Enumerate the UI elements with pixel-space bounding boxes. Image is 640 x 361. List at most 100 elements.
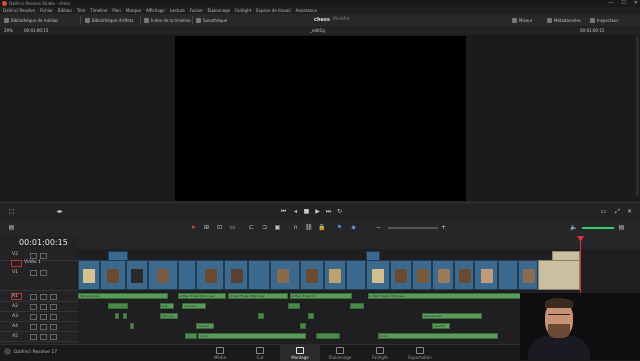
fullscreen-icon[interactable]: ✕ bbox=[626, 208, 633, 215]
track-header-a2[interactable]: A2 bbox=[0, 302, 78, 312]
track-header-a3[interactable]: A3 bbox=[0, 312, 78, 322]
menu-item-view[interactable]: Affichage bbox=[146, 8, 165, 13]
mute-track-icon[interactable] bbox=[50, 294, 57, 300]
close-icon[interactable]: ✕ bbox=[634, 0, 638, 6]
blade-icon[interactable]: ▭ bbox=[229, 224, 236, 231]
video-clip[interactable] bbox=[126, 260, 148, 290]
menu-item-clip[interactable]: Plan bbox=[112, 8, 121, 13]
track-header-v1[interactable]: Vidéo 1 V1 bbox=[0, 260, 78, 291]
audio-clip[interactable]: Terrazzo-wav bbox=[78, 293, 168, 299]
audio-meter-icon[interactable]: ▤ bbox=[618, 224, 625, 231]
audio-clip[interactable] bbox=[185, 333, 197, 339]
metadata-button[interactable]: Métadonnées bbox=[547, 16, 581, 24]
track-header-a1[interactable]: A1 bbox=[0, 292, 78, 302]
mute-track-icon[interactable] bbox=[50, 304, 57, 310]
zoom-in-icon[interactable]: + bbox=[440, 224, 447, 231]
enable-track-icon[interactable] bbox=[40, 270, 47, 276]
match-frame-icon[interactable]: ▭ bbox=[600, 208, 607, 215]
viewer-scrollbar[interactable] bbox=[636, 36, 639, 196]
page-tab-deliver[interactable]: Exportation bbox=[400, 345, 440, 361]
lock-track-icon[interactable] bbox=[30, 270, 37, 276]
timeline-timecode[interactable]: 00:01:00:15 bbox=[19, 238, 68, 247]
solo-track-icon[interactable] bbox=[40, 324, 47, 330]
page-tab-fairlight[interactable]: Fairlight bbox=[360, 345, 400, 361]
video-clip[interactable] bbox=[178, 260, 196, 290]
video-clip[interactable] bbox=[390, 260, 412, 290]
play-icon[interactable]: ▶ bbox=[314, 208, 321, 215]
solo-track-icon[interactable] bbox=[40, 304, 47, 310]
video-clip[interactable] bbox=[78, 260, 100, 290]
video-clip[interactable] bbox=[412, 260, 432, 290]
lock-track-icon[interactable] bbox=[30, 253, 37, 259]
solo-track-icon[interactable] bbox=[40, 294, 47, 300]
trim-mode-icon[interactable]: ⊞ bbox=[203, 224, 210, 231]
video-clip[interactable] bbox=[454, 260, 474, 290]
audio-clip[interactable] bbox=[288, 303, 300, 309]
flag-icon[interactable]: ⚑ bbox=[336, 224, 343, 231]
menu-item-help[interactable]: Assistance bbox=[296, 8, 317, 13]
audio-clip[interactable]: Sea wav bbox=[182, 303, 206, 309]
video-clip[interactable] bbox=[346, 260, 366, 290]
timeline-ruler[interactable] bbox=[78, 236, 640, 250]
audio-clip[interactable] bbox=[123, 313, 127, 319]
audio-clip[interactable] bbox=[316, 333, 340, 339]
mute-track-icon[interactable] bbox=[50, 314, 57, 320]
dynamic-trim-icon[interactable]: ⊡ bbox=[216, 224, 223, 231]
linked-selection-icon[interactable]: ⛓ bbox=[305, 224, 313, 231]
video-clip[interactable] bbox=[474, 260, 498, 290]
menu-item-trim[interactable]: Trim bbox=[77, 8, 86, 13]
menu-item-color[interactable]: Étalonnage bbox=[207, 8, 230, 13]
page-tab-color[interactable]: Étalonnage bbox=[320, 345, 360, 361]
audio-clip[interactable] bbox=[130, 323, 134, 329]
page-tab-cut[interactable]: Cut bbox=[240, 345, 280, 361]
audio-clip[interactable]: Sea whoosh bbox=[422, 313, 482, 319]
video-clip[interactable] bbox=[148, 260, 178, 290]
menu-item-playback[interactable]: Lecture bbox=[170, 8, 185, 13]
mixer-button[interactable]: Mixeur bbox=[512, 16, 532, 24]
video-clip[interactable] bbox=[366, 260, 390, 290]
audio-clip[interactable]: A Epic Trailer Main wav bbox=[228, 293, 288, 299]
speaker-icon[interactable]: 🔈 bbox=[570, 224, 577, 231]
audio-clip[interactable]: Crow bbox=[198, 333, 306, 339]
menu-item-file[interactable]: Fichier bbox=[40, 8, 53, 13]
audio-clip[interactable] bbox=[108, 303, 128, 309]
edit-index-button[interactable]: Index de la timeline bbox=[144, 16, 191, 24]
menu-item-fairlight[interactable]: Fairlight bbox=[235, 8, 251, 13]
overwrite-clip-icon[interactable]: ⊐ bbox=[261, 224, 268, 231]
viewer-options-icon[interactable]: ◂▸ bbox=[56, 208, 63, 215]
snapping-icon[interactable]: ∩ bbox=[292, 224, 299, 231]
mute-track-icon[interactable] bbox=[50, 324, 57, 330]
effects-library-button[interactable]: Bibliothèque d'effets bbox=[85, 16, 133, 24]
video-clip[interactable] bbox=[300, 260, 324, 290]
video-clip[interactable] bbox=[224, 260, 248, 290]
audio-clip[interactable]: Sea wav bbox=[160, 313, 178, 319]
replace-clip-icon[interactable]: ▣ bbox=[274, 224, 281, 231]
go-to-end-icon[interactable]: ⏭ bbox=[325, 208, 332, 215]
menu-item-edit[interactable]: Édition bbox=[58, 8, 72, 13]
menu-item-workspace[interactable]: Espace de travail bbox=[256, 8, 291, 13]
maximize-icon[interactable]: ☐ bbox=[621, 0, 625, 6]
loop-icon[interactable]: ↻ bbox=[336, 208, 343, 215]
track-header-a4[interactable]: A4 bbox=[0, 322, 78, 332]
audio-clip[interactable]: A Epic Trailer M bbox=[290, 293, 352, 299]
sound-library-button[interactable]: Sonothèque bbox=[196, 16, 227, 24]
video-clip[interactable] bbox=[518, 260, 538, 290]
enable-track-icon[interactable] bbox=[40, 253, 47, 259]
volume-slider[interactable] bbox=[582, 227, 614, 229]
video-clip[interactable] bbox=[324, 260, 346, 290]
audio-clip[interactable]: Clip bbox=[160, 303, 174, 309]
menu-item-mark[interactable]: Marque bbox=[126, 8, 141, 13]
menu-item-resolve[interactable]: DaVinci Resolve bbox=[3, 8, 35, 13]
audio-clip[interactable] bbox=[115, 313, 119, 319]
audio-clip[interactable] bbox=[350, 303, 364, 309]
video-clip[interactable] bbox=[538, 260, 580, 290]
viewer-size-icon[interactable]: ⬚ bbox=[8, 208, 15, 215]
timeline-view-options-icon[interactable]: ▤ bbox=[8, 224, 15, 231]
minimize-icon[interactable]: — bbox=[608, 0, 613, 6]
insert-clip-icon[interactable]: ⊏ bbox=[248, 224, 255, 231]
audio-clip[interactable] bbox=[308, 313, 314, 319]
audio-clip[interactable]: Sea Ppl bbox=[196, 323, 214, 329]
step-back-icon[interactable]: ◂ bbox=[292, 208, 299, 215]
audio-clip[interactable] bbox=[258, 313, 264, 319]
cinema-mode-icon[interactable]: ⤢ bbox=[614, 208, 621, 215]
